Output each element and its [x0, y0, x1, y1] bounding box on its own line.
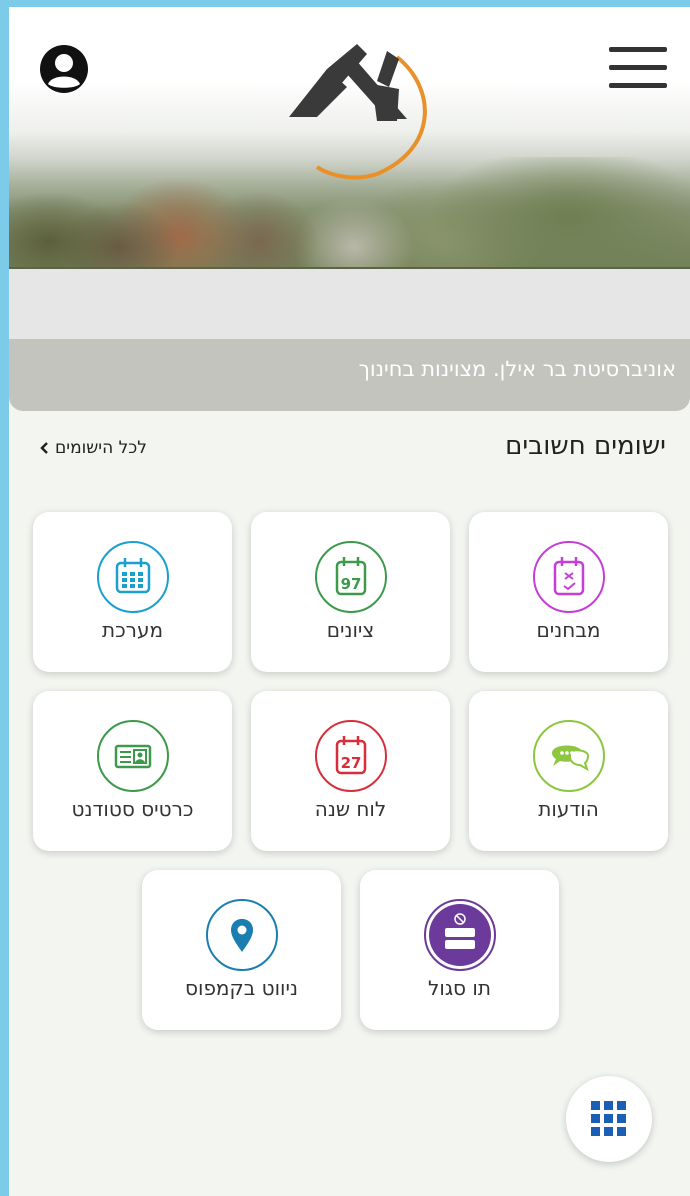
- app-frame: אוניברסיטת בר אילן. מצוינות בחינוך ישומי…: [9, 7, 690, 1196]
- all-apps-label: לכל הישומים: [55, 438, 147, 458]
- schedule-icon: [97, 541, 169, 613]
- chevron-left-icon: [40, 442, 48, 454]
- all-apps-link[interactable]: לכל הישומים: [39, 438, 147, 458]
- calendar-icon: 27: [315, 720, 387, 792]
- app-tile-purple-badge[interactable]: תו סגול: [360, 870, 559, 1030]
- app-tile-label: ציונים: [326, 618, 375, 642]
- app-tile-label: ניווט בקמפוס: [185, 976, 298, 1000]
- app-tile-messages[interactable]: הודעות: [469, 691, 668, 851]
- app-tile-label: כרטיס סטודנט: [71, 797, 194, 821]
- purple-badge-icon: [424, 899, 496, 971]
- header-banner: [9, 7, 690, 267]
- apps-grid-button[interactable]: [566, 1076, 652, 1162]
- app-tile-label: תו סגול: [428, 976, 491, 1000]
- app-tile-label: לוח שנה: [314, 797, 387, 821]
- app-tile-student-card[interactable]: כרטיס סטודנט: [33, 691, 232, 851]
- grades-value: 97: [341, 575, 362, 593]
- app-tile-schedule[interactable]: מערכת: [33, 512, 232, 672]
- hamburger-menu-icon[interactable]: [609, 47, 667, 89]
- app-tile-campus-navigation[interactable]: ניווט בקמפוס: [142, 870, 341, 1030]
- calendar-day: 27: [341, 754, 362, 772]
- exam-icon: [533, 541, 605, 613]
- app-tile-label: מערכת: [101, 618, 164, 642]
- app-tile-grades[interactable]: 97 ציונים: [251, 512, 450, 672]
- slogan-text: אוניברסיטת בר אילן. מצוינות בחינוך: [358, 357, 676, 381]
- app-tile-exams[interactable]: מבחנים: [469, 512, 668, 672]
- profile-icon[interactable]: [39, 44, 89, 94]
- location-pin-icon: [206, 899, 278, 971]
- slogan-bar: אוניברסיטת בר אילן. מצוינות בחינוך: [9, 339, 690, 411]
- grid-icon: [591, 1101, 626, 1136]
- grades-icon: 97: [315, 541, 387, 613]
- app-tile-label: מבחנים: [536, 618, 601, 642]
- app-tile-label: הודעות: [538, 797, 599, 821]
- student-card-icon: [97, 720, 169, 792]
- messages-icon: [533, 720, 605, 792]
- app-tile-calendar[interactable]: 27 לוח שנה: [251, 691, 450, 851]
- section-title: ישומים חשובים: [505, 431, 666, 461]
- bar-ilan-logo: [289, 44, 427, 180]
